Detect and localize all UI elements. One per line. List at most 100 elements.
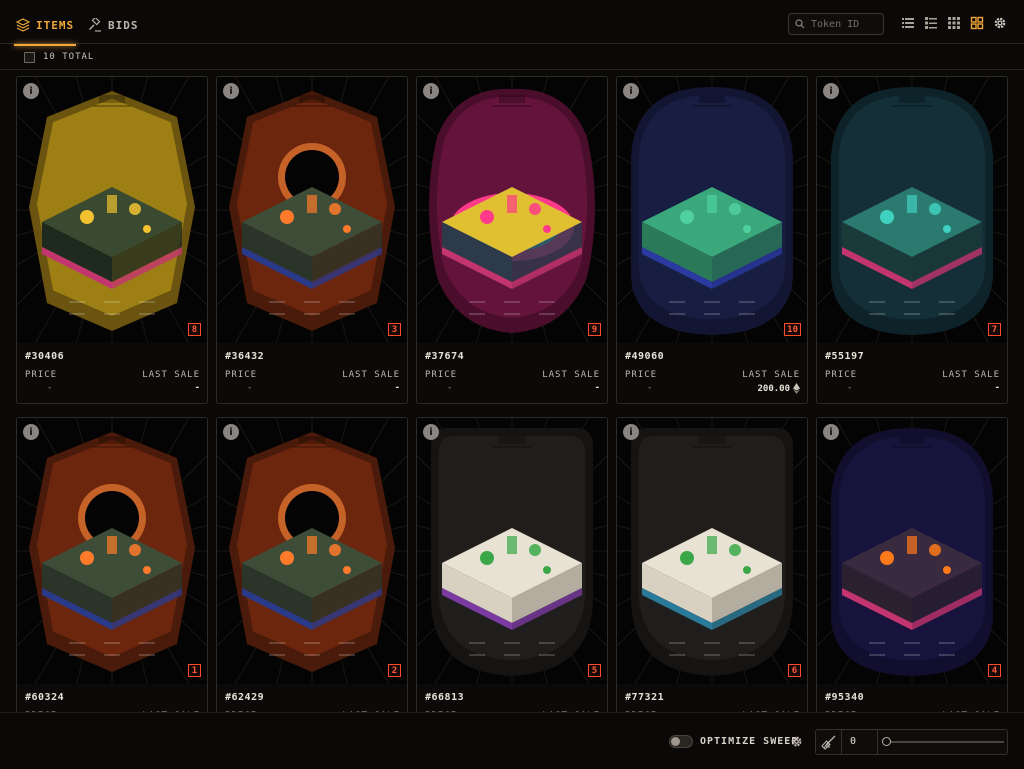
rarity-rank-badge: 8 — [188, 323, 201, 336]
search-icon — [795, 19, 805, 29]
last-sale-amount: 200.00 — [757, 383, 790, 394]
token-id: #55197 — [825, 351, 865, 362]
info-icon[interactable]: i — [223, 424, 239, 440]
nft-artwork[interactable] — [817, 77, 1007, 343]
last-sale-value: - — [195, 383, 200, 393]
sub-bar: 10 TOTAL — [0, 44, 1024, 70]
eth-icon — [793, 383, 800, 394]
rarity-rank-badge: 3 — [388, 323, 401, 336]
last-sale-amount: - — [994, 383, 1000, 393]
layers-icon — [16, 18, 30, 32]
token-id: #66813 — [425, 692, 465, 703]
nft-card[interactable]: i 6 #77321 PRICE LAST SALE — [616, 417, 808, 712]
price-value: - — [247, 383, 253, 393]
token-id: #30406 — [25, 351, 65, 362]
settings-button[interactable] — [993, 16, 1007, 30]
token-id: #77321 — [625, 692, 665, 703]
nft-artwork[interactable] — [417, 418, 607, 684]
token-id: #60324 — [25, 692, 65, 703]
nft-card[interactable]: i 1 #60324 PRICE LAST SALE — [16, 417, 208, 712]
last-sale-amount: - — [394, 383, 400, 393]
info-icon[interactable]: i — [423, 83, 439, 99]
last-sale-value: - — [595, 383, 600, 393]
price-label: PRICE — [225, 370, 258, 380]
last-sale-value: 200.00 — [757, 383, 800, 394]
large-grid-icon — [970, 16, 984, 30]
nft-card[interactable]: i 2 #62429 PRICE LAST SALE — [216, 417, 408, 712]
tab-items[interactable]: ITEMS — [13, 14, 77, 46]
list-view-icon — [902, 18, 914, 28]
nft-artwork[interactable] — [17, 418, 207, 684]
small-grid-icon — [948, 17, 960, 29]
sweep-slider[interactable] — [884, 741, 1004, 743]
tab-items-label: ITEMS — [36, 18, 75, 32]
rarity-rank-badge: 10 — [784, 323, 801, 336]
large-grid-button[interactable] — [970, 16, 984, 30]
nft-artwork[interactable] — [417, 77, 607, 343]
broom-icon — [820, 735, 835, 750]
price-label: PRICE — [25, 370, 58, 380]
settings-icon[interactable] — [790, 735, 803, 748]
settings-icon — [994, 17, 1006, 29]
optimize-sweep-label: OPTIMIZE SWEEP — [700, 736, 799, 747]
price-label: PRICE — [625, 370, 658, 380]
nft-artwork[interactable] — [217, 77, 407, 343]
optimize-sweep-toggle[interactable] — [669, 735, 693, 748]
token-id-input[interactable] — [811, 18, 877, 30]
rarity-rank-badge: 9 — [588, 323, 601, 336]
nft-card[interactable]: i 9 #37674 PRICE LAST SALE - - — [416, 76, 608, 404]
last-sale-value: - — [395, 383, 400, 393]
rarity-rank-badge: 7 — [988, 323, 1001, 336]
nft-card[interactable]: i 8 #30406 PRICE LAST SALE - - — [16, 76, 208, 404]
nft-artwork[interactable] — [817, 418, 1007, 684]
nft-artwork[interactable] — [17, 77, 207, 343]
rarity-rank-badge: 6 — [788, 664, 801, 677]
price-value: - — [647, 383, 653, 393]
token-id: #49060 — [625, 351, 665, 362]
info-icon[interactable]: i — [23, 83, 39, 99]
info-icon[interactable]: i — [823, 83, 839, 99]
small-grid-button[interactable] — [947, 16, 961, 30]
rarity-rank-badge: 2 — [388, 664, 401, 677]
nft-card[interactable]: i 7 #55197 PRICE LAST SALE - - — [816, 76, 1008, 404]
last-sale-label: LAST SALE — [342, 370, 400, 380]
last-sale-amount: - — [594, 383, 600, 393]
info-icon[interactable]: i — [423, 424, 439, 440]
sweep-button[interactable] — [816, 730, 842, 754]
items-grid: i 8 #30406 PRICE LAST SALE - - i 3 #3643… — [16, 76, 1008, 712]
info-icon[interactable]: i — [23, 424, 39, 440]
last-sale-label: LAST SALE — [942, 370, 1000, 380]
detail-list-icon — [925, 17, 937, 29]
gavel-icon — [89, 18, 101, 32]
sweep-slider-handle[interactable] — [882, 737, 891, 746]
nft-card[interactable]: i 3 #36432 PRICE LAST SALE - - — [216, 76, 408, 404]
list-view-button[interactable] — [901, 16, 915, 30]
last-sale-label: LAST SALE — [742, 370, 800, 380]
detail-list-button[interactable] — [924, 16, 938, 30]
info-icon[interactable]: i — [823, 424, 839, 440]
nft-artwork[interactable] — [217, 418, 407, 684]
nft-card[interactable]: i 4 #95340 PRICE LAST SALE — [816, 417, 1008, 712]
last-sale-label: LAST SALE — [142, 370, 200, 380]
nft-artwork[interactable] — [617, 77, 807, 343]
rarity-rank-badge: 5 — [588, 664, 601, 677]
info-icon[interactable]: i — [623, 424, 639, 440]
price-label: PRICE — [825, 370, 858, 380]
info-icon[interactable]: i — [623, 83, 639, 99]
info-icon[interactable]: i — [223, 83, 239, 99]
nft-card[interactable]: i 10 #49060 PRICE LAST SALE - 200.00 — [616, 76, 808, 404]
sweep-count: 0 — [850, 736, 857, 747]
price-value: - — [47, 383, 53, 393]
nft-artwork[interactable] — [617, 418, 807, 684]
select-all-checkbox[interactable] — [24, 52, 35, 63]
token-search[interactable] — [788, 13, 884, 35]
token-id: #37674 — [425, 351, 465, 362]
token-id: #95340 — [825, 692, 865, 703]
total-count: 10 TOTAL — [43, 52, 95, 62]
top-bar: ITEMS BIDS — [0, 0, 1024, 46]
rarity-rank-badge: 1 — [188, 664, 201, 677]
tab-bids-label: BIDS — [108, 18, 139, 32]
nft-card[interactable]: i 5 #66813 PRICE LAST SALE — [416, 417, 608, 712]
price-label: PRICE — [425, 370, 458, 380]
tab-bids[interactable]: BIDS — [88, 14, 139, 36]
